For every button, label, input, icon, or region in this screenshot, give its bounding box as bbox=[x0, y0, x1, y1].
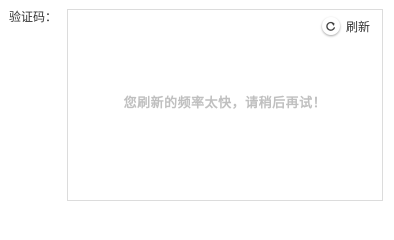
refresh-label[interactable]: 刷新 bbox=[346, 18, 370, 35]
rate-limit-message: 您刷新的频率太快，请稍后再试！ bbox=[123, 96, 327, 111]
captcha-label: 验证码： bbox=[9, 10, 58, 24]
refresh-icon[interactable] bbox=[321, 17, 340, 35]
captcha-panel: 刷新 您刷新的频率太快，请稍后再试！ bbox=[67, 9, 383, 201]
captcha-form-row: 验证码： 刷新 您刷新的频率太快，请稍后再试！ bbox=[0, 0, 394, 207]
refresh-button[interactable]: 刷新 bbox=[321, 15, 370, 37]
